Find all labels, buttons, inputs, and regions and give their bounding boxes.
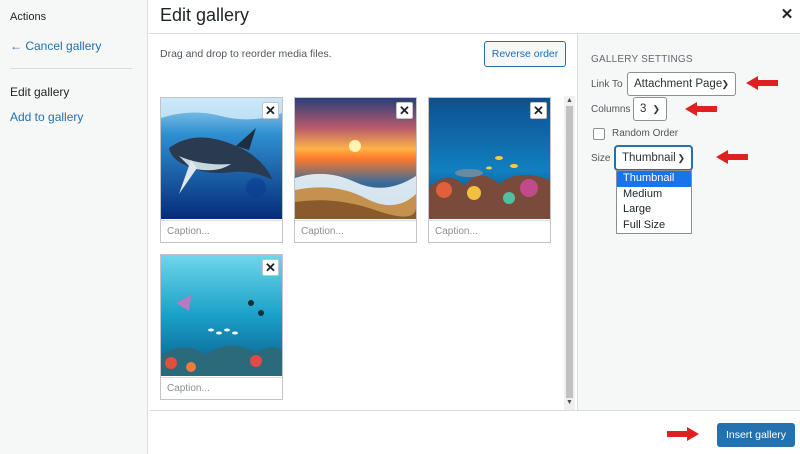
link-to-label: Link To	[591, 79, 623, 90]
red-arrow-icon	[685, 102, 717, 116]
size-select[interactable]: Thumbnail ❯	[615, 146, 692, 170]
random-order-label: Random Order	[612, 128, 679, 139]
caption-input[interactable]	[161, 220, 282, 242]
reverse-order-button[interactable]: Reverse order	[484, 41, 566, 67]
sidebar-item-edit-gallery[interactable]: Edit gallery	[10, 85, 69, 99]
red-arrow-icon	[746, 76, 778, 90]
gallery-attachment[interactable]: ✕	[160, 254, 283, 400]
gallery-settings-panel: GALLERY SETTINGS Link To Attachment Page…	[577, 34, 800, 410]
actions-heading: Actions	[10, 11, 47, 23]
caption-input[interactable]	[161, 377, 282, 399]
red-arrow-icon	[667, 427, 699, 441]
random-order-checkbox[interactable]	[593, 128, 605, 140]
footer-divider	[149, 410, 800, 411]
columns-label: Columns	[591, 104, 631, 115]
link-to-select[interactable]: Attachment Page ❯	[627, 72, 736, 96]
media-scrollbar[interactable]: ▲ ▼	[564, 96, 575, 410]
columns-select[interactable]: 3 ❯	[633, 97, 667, 121]
close-icon[interactable]: ✕	[778, 6, 796, 24]
link-to-value: Attachment Page	[634, 78, 723, 90]
gallery-attachment[interactable]: ✕	[160, 97, 283, 243]
gallery-attachment[interactable]: ✕	[428, 97, 551, 243]
caption-input[interactable]	[295, 220, 416, 242]
chevron-down-icon: ❯	[721, 79, 729, 89]
columns-value: 3	[640, 103, 647, 115]
scroll-down-icon[interactable]: ▼	[564, 398, 575, 408]
size-dropdown-list: Thumbnail Medium Large Full Size	[616, 170, 692, 234]
chevron-down-icon: ❯	[652, 104, 660, 114]
insert-gallery-button[interactable]: Insert gallery	[717, 423, 795, 447]
remove-icon[interactable]: ✕	[262, 102, 279, 119]
cancel-gallery-link[interactable]: ← Cancel gallery	[10, 39, 101, 53]
gallery-attachment[interactable]: ✕	[294, 97, 417, 243]
add-to-gallery-link[interactable]: Add to gallery	[10, 110, 83, 124]
sidebar-divider	[10, 68, 132, 69]
remove-icon[interactable]: ✕	[262, 259, 279, 276]
size-option-large[interactable]: Large	[617, 202, 691, 218]
caption-input[interactable]	[429, 220, 550, 242]
remove-icon[interactable]: ✕	[530, 102, 547, 119]
size-value: Thumbnail	[622, 152, 676, 164]
size-label: Size	[591, 153, 611, 164]
gallery-settings-heading: GALLERY SETTINGS	[591, 54, 693, 65]
remove-icon[interactable]: ✕	[396, 102, 413, 119]
scrollbar-thumb[interactable]	[566, 106, 573, 398]
scroll-up-icon[interactable]: ▲	[564, 96, 575, 106]
media-grid-area: Drag and drop to reorder media files. Re…	[149, 34, 577, 410]
chevron-down-icon: ❯	[677, 153, 685, 163]
size-option-medium[interactable]: Medium	[617, 187, 691, 203]
size-option-thumbnail[interactable]: Thumbnail	[617, 171, 691, 187]
red-arrow-icon	[716, 150, 748, 164]
actions-sidebar: Actions ← Cancel gallery Edit gallery Ad…	[0, 0, 148, 454]
size-option-full-size[interactable]: Full Size	[617, 218, 691, 234]
page-title: Edit gallery	[160, 5, 250, 25]
drag-instructions: Drag and drop to reorder media files.	[160, 48, 332, 60]
